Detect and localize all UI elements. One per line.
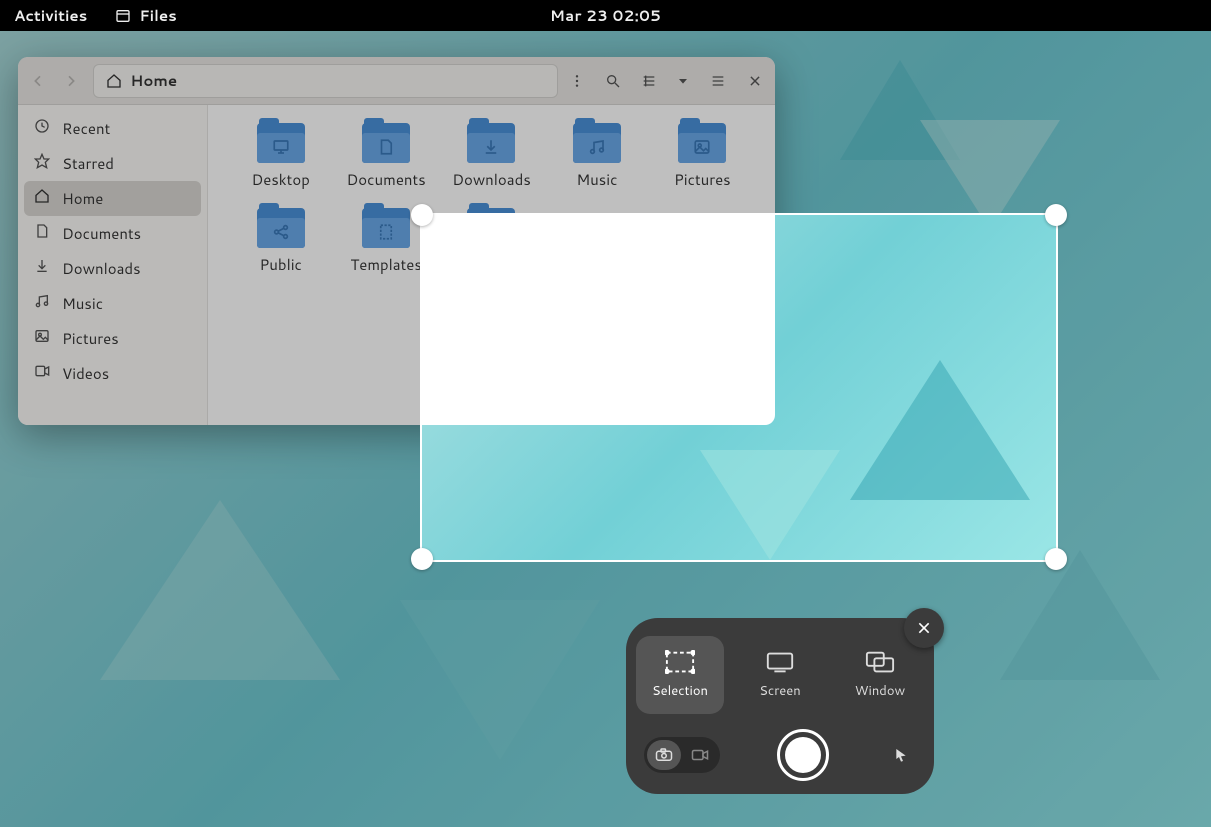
mode-selection-button[interactable]: Selection	[636, 636, 724, 714]
capture-type-toggle[interactable]	[644, 737, 720, 773]
selection-handle-br[interactable]	[1045, 548, 1067, 570]
selection-visible-region	[422, 215, 1056, 560]
mode-window-label: Window	[855, 682, 905, 700]
video-capture-option[interactable]	[683, 740, 717, 770]
mode-screen-button[interactable]: Screen	[736, 636, 824, 714]
files-app-icon	[115, 8, 131, 24]
selection-icon	[665, 650, 695, 674]
screenshot-panel: Selection Screen Window	[626, 618, 934, 794]
mode-screen-label: Screen	[759, 682, 801, 700]
activities-button[interactable]: Activities	[14, 5, 87, 26]
selection-handle-tr[interactable]	[1045, 204, 1067, 226]
mode-window-button[interactable]: Window	[836, 636, 924, 714]
capture-button-inner	[785, 737, 821, 773]
still-capture-option[interactable]	[647, 740, 681, 770]
active-app-name: Files	[139, 5, 176, 26]
capture-button[interactable]	[777, 729, 829, 781]
screen-icon	[765, 650, 795, 674]
window-icon	[865, 650, 895, 674]
camera-icon	[655, 748, 673, 762]
top-bar: Activities Files Mar 23 02:05	[0, 0, 1211, 31]
cursor-icon	[893, 747, 909, 763]
mode-selection-label: Selection	[652, 682, 708, 700]
video-icon	[691, 748, 709, 762]
screenshot-close-button[interactable]	[904, 608, 944, 648]
selection-handle-bl[interactable]	[411, 548, 433, 570]
active-app-indicator[interactable]: Files	[115, 5, 176, 26]
show-pointer-toggle[interactable]	[886, 747, 916, 763]
selection-handle-tl[interactable]	[411, 204, 433, 226]
clock[interactable]: Mar 23 02:05	[550, 5, 661, 26]
